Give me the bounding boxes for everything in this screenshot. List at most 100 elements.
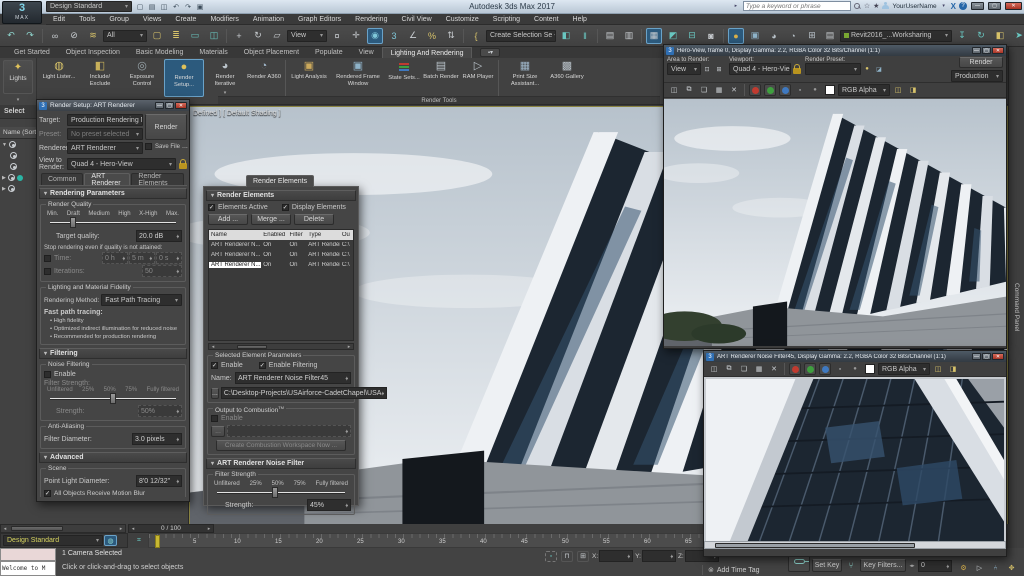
menu-graph-editors[interactable]: Graph Editors [291, 16, 348, 23]
scene-explorer-icon[interactable]: ▥ [621, 28, 637, 44]
target-dropdown[interactable]: Production Rendering Mode [67, 114, 143, 126]
visibility-eye-icon[interactable] [8, 141, 16, 148]
color-swatch[interactable] [825, 85, 835, 95]
ribbon-button-light-analysis[interactable]: ▣ Light Analysis [289, 59, 329, 97]
import-revit-icon[interactable]: ↧ [954, 28, 970, 44]
menu-help[interactable]: Help [566, 16, 594, 23]
workspace-selector[interactable]: Design Standard [3, 535, 103, 546]
monochrome-channel-button[interactable]: ● [809, 84, 821, 96]
render-iterative-icon[interactable]: ◔ [785, 28, 801, 44]
element-row[interactable]: ART Renderer N...OnOnART Rendere...C:\ [209, 260, 353, 270]
element-path-browse-button[interactable]: ... [211, 387, 219, 399]
elements-hscrollbar[interactable]: ◂ ▸ [208, 343, 354, 350]
green-channel-button[interactable] [804, 363, 816, 375]
schematic-view-icon[interactable]: ⊟ [684, 28, 700, 44]
move-icon[interactable]: + [231, 28, 247, 44]
ribbon-button-ram-player[interactable]: ▷ RAM Player [461, 59, 495, 97]
ribbon-tab-object-placement[interactable]: Object Placement [236, 47, 307, 58]
ribbon-options-icon[interactable]: ▪▾ [480, 48, 501, 57]
ribbon-button-print-size-assistant[interactable]: ▦ Print Size Assistant... [502, 59, 548, 97]
ribbon-button-batch-render[interactable]: ▤ Batch Render [422, 59, 460, 97]
filtering-rollout[interactable]: Filtering [39, 348, 187, 359]
named-selection-set-dropdown[interactable]: Create Selection Se [486, 29, 556, 42]
render-setup-titlebar[interactable]: 3 Render Setup: ART Renderer — ▢ ✕ [37, 100, 189, 111]
explorer-name-column-header[interactable]: Name (Sort [3, 129, 36, 136]
visibility-eye-icon[interactable] [7, 174, 15, 181]
render-mode-dropdown[interactable]: Production [951, 70, 1003, 82]
manage-scene-icon[interactable]: ▤ [822, 28, 838, 44]
art-noise-filter-rollout[interactable]: ART Renderer Noise Filter [206, 458, 356, 469]
rfw-bottom-titlebar[interactable]: 3 ART Renderer Noise Filter45, Display G… [704, 351, 1006, 362]
rfw-viewport-lock-icon[interactable] [793, 63, 801, 74]
rfw-top-image[interactable] [664, 98, 1006, 346]
add-time-tag[interactable]: Add Time Tag [717, 567, 760, 574]
save-file-checkbox[interactable] [145, 143, 152, 150]
expand-arrow-icon[interactable]: ▶ [2, 186, 6, 192]
track-key-toggle-icon[interactable]: ⌗ [132, 535, 146, 546]
ribbon-tab-basic-modeling[interactable]: Basic Modeling [128, 47, 191, 58]
combustion-enable-checkbox[interactable] [211, 415, 218, 422]
iterations-checkbox[interactable] [44, 267, 51, 275]
area-to-render-dropdown[interactable]: View [667, 63, 701, 75]
display-elements-checkbox[interactable]: ✓ [281, 204, 289, 211]
color-swatch[interactable] [865, 364, 875, 374]
ribbon-button-rendered-frame-window[interactable]: ▣ Rendered Frame Window [330, 59, 386, 97]
quality-slider[interactable] [48, 217, 178, 229]
menu-edit[interactable]: Edit [46, 16, 72, 23]
render-preset-dropdown[interactable] [805, 63, 861, 75]
unlink-icon[interactable]: ⊘ [66, 28, 82, 44]
menu-views[interactable]: Views [136, 16, 169, 23]
noise-enable-checkbox[interactable] [44, 371, 51, 378]
ribbon-button-light-lister[interactable]: ◍ Light Lister... [39, 59, 79, 97]
copy-image-icon[interactable]: ⧉ [683, 84, 695, 96]
ribbon-button-exposure-control[interactable]: ◎ Exposure Control [121, 59, 163, 97]
preset-dropdown[interactable]: No preset selected [67, 128, 143, 140]
menu-rendering[interactable]: Rendering [348, 16, 394, 23]
macro-recorder-pane[interactable] [0, 548, 56, 561]
motion-blur-checkbox[interactable]: ✓ [44, 490, 51, 497]
render-setup-icon[interactable]: ● [728, 27, 744, 44]
lights-panel-expand-icon[interactable]: ▾ [14, 97, 22, 103]
menu-civil-view[interactable]: Civil View [394, 16, 438, 23]
render-setup-tab-render-elements[interactable]: Render Elements [131, 173, 184, 187]
layer-manager-icon[interactable]: ▤ [602, 28, 618, 44]
window-crossing-icon[interactable]: ◫ [206, 28, 222, 44]
dialog-close-button[interactable]: ✕ [175, 102, 187, 109]
communication-center-icon[interactable]: ☆ [864, 2, 870, 10]
selection-filter-dropdown[interactable]: All [103, 29, 147, 42]
toggle-ribbon-icon[interactable]: ▦ [646, 27, 662, 44]
select-link-icon[interactable]: ∞ [47, 28, 63, 44]
scale-icon[interactable]: ▱ [269, 28, 285, 44]
new-key-settings-icon[interactable]: ⚙ [957, 562, 970, 574]
visibility-eye-icon[interactable] [10, 163, 17, 170]
select-by-name-icon[interactable]: ≣ [168, 28, 184, 44]
use-pivot-icon[interactable]: ¤ [329, 28, 345, 44]
elements-delete-button[interactable]: Delete [294, 214, 334, 225]
help-icon[interactable]: ? [959, 2, 967, 10]
toggle-ui-icon[interactable]: ◫ [892, 84, 904, 96]
environment-icon[interactable]: ◪ [874, 64, 884, 74]
column-header-enabled[interactable]: Enabled [261, 232, 287, 238]
play-animation-icon[interactable]: ▷ [973, 562, 986, 574]
coord-field[interactable] [641, 550, 676, 562]
element-row[interactable]: ART Renderer N...OnOnART Rendere...C:\ [209, 250, 353, 260]
snaps-toggle-icon[interactable]: ◉ [367, 27, 383, 44]
rendering-method-dropdown[interactable]: Fast Path Tracing [101, 294, 182, 306]
spinner-snap-icon[interactable]: ⇅ [443, 28, 459, 44]
rect-selection-region-icon[interactable]: ▭ [187, 28, 203, 44]
render-elements-tab[interactable]: Render Elements [246, 175, 315, 187]
lights-button[interactable]: ✦ Lights [3, 60, 33, 94]
combustion-path-field[interactable] [227, 425, 351, 437]
expand-arrow-icon[interactable]: ▼ [2, 142, 7, 148]
menu-customize[interactable]: Customize [439, 16, 486, 23]
clear-image-icon[interactable]: ✕ [728, 84, 740, 96]
ribbon-tab-object-inspection[interactable]: Object Inspection [58, 47, 128, 58]
edit-region-icon[interactable]: ⊡ [702, 64, 712, 74]
combustion-browse-button[interactable]: ... [211, 425, 225, 437]
alpha-channel-button[interactable]: ▫ [834, 363, 846, 375]
noise-strength-spinner[interactable]: 45% [307, 499, 351, 511]
maximize-button[interactable]: ▢ [988, 2, 1001, 10]
rfw-minimize-button[interactable]: — [972, 47, 981, 54]
maxscript-listener-pane[interactable]: Welcome to M [0, 561, 56, 576]
time-spinner[interactable]: 5 m [129, 252, 155, 264]
